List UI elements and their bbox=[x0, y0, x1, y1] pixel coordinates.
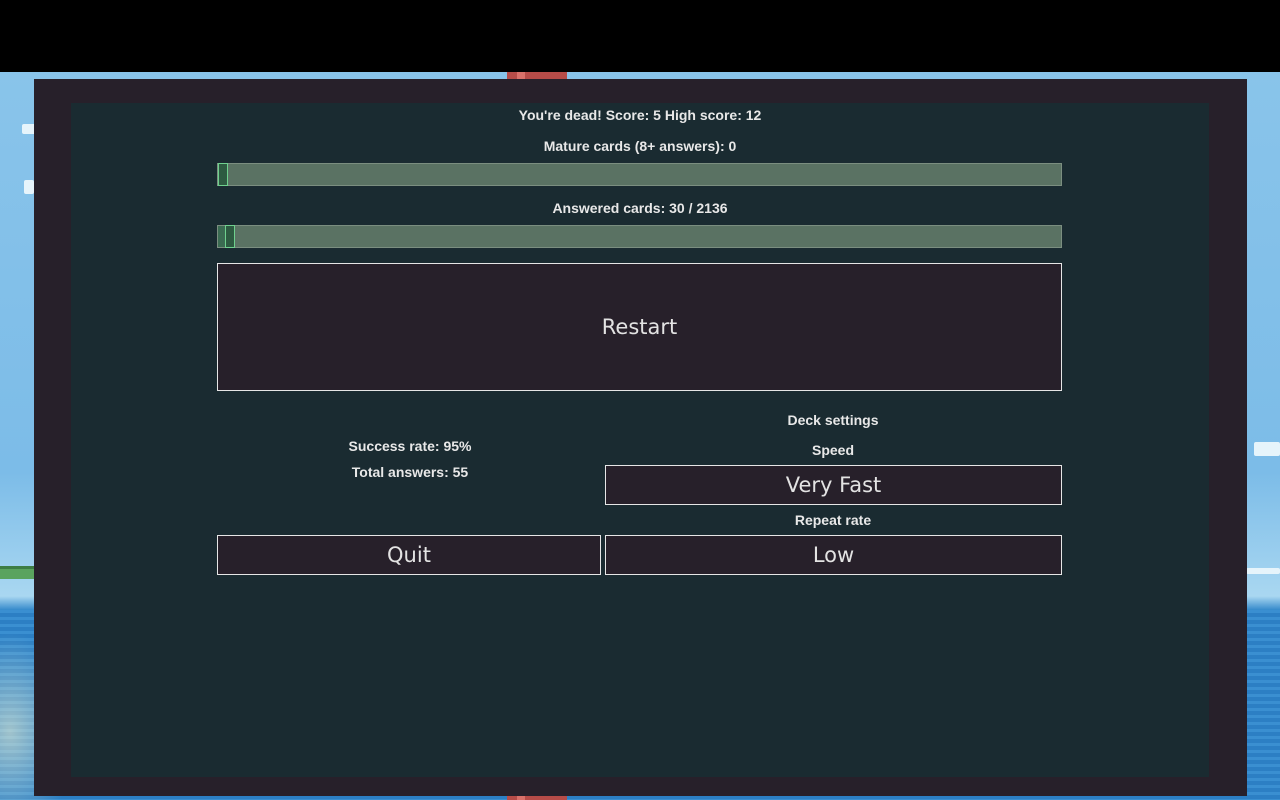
answered-cards-progress-handle bbox=[224, 225, 235, 248]
total-answers-text: Total answers: 55 bbox=[351, 464, 469, 480]
speed-label: Speed bbox=[811, 442, 854, 458]
repeat-rate-label: Repeat rate bbox=[794, 512, 872, 528]
game-over-status: You're dead! Score: 5 High score: 12 bbox=[518, 107, 762, 123]
answered-cards-progress bbox=[217, 225, 1062, 248]
answered-cards-label: Answered cards: 30 / 2136 bbox=[552, 200, 728, 216]
restart-button[interactable]: Restart bbox=[217, 263, 1062, 391]
cloud bbox=[1246, 568, 1280, 574]
repeat-rate-selector-button[interactable]: Low bbox=[605, 535, 1062, 575]
cloud bbox=[1254, 442, 1280, 456]
quit-button[interactable]: Quit bbox=[217, 535, 601, 575]
mature-cards-label: Mature cards (8+ answers): 0 bbox=[543, 138, 737, 154]
success-rate-text: Success rate: 95% bbox=[348, 438, 472, 454]
cloud bbox=[24, 180, 34, 194]
mature-cards-progress bbox=[217, 163, 1062, 186]
speed-selector-button[interactable]: Very Fast bbox=[605, 465, 1062, 505]
letterbox-bar bbox=[0, 0, 1280, 72]
deck-settings-heading: Deck settings bbox=[787, 412, 879, 428]
mature-cards-progress-handle bbox=[218, 163, 228, 186]
